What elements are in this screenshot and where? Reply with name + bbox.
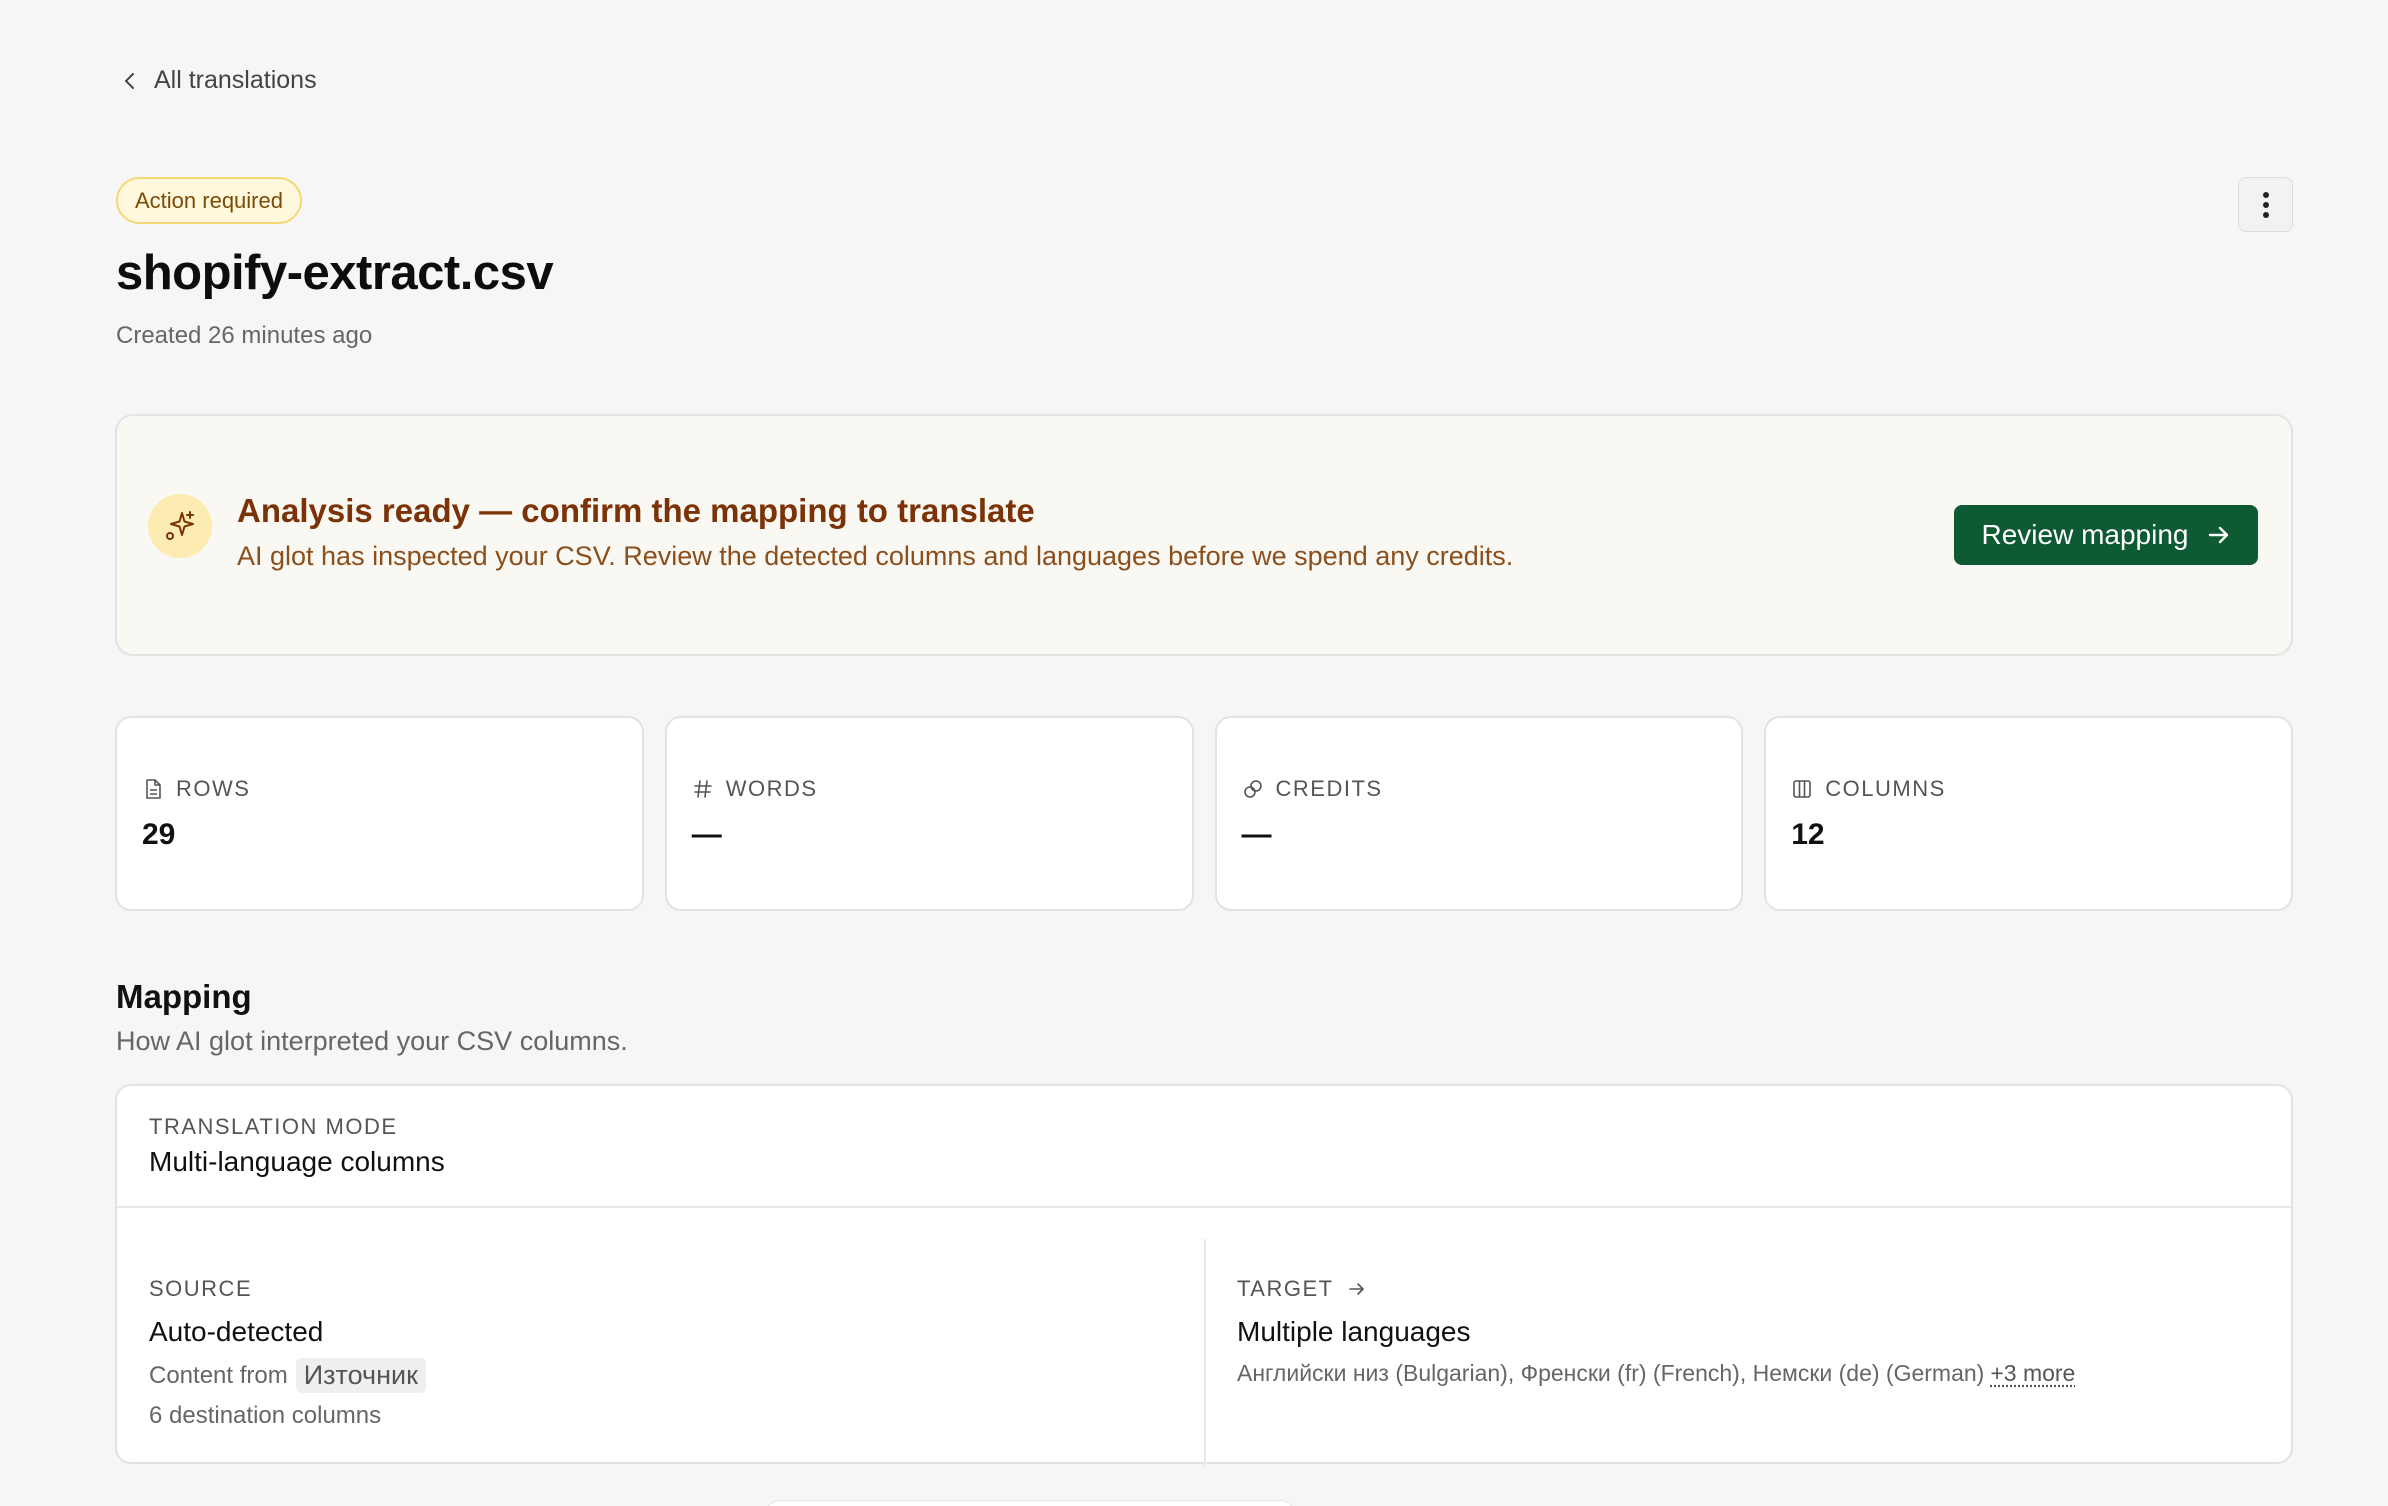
- created-timestamp: Created 26 minutes ago: [116, 322, 373, 349]
- stat-label: COLUMNS: [1825, 776, 1946, 801]
- more-vertical-icon: [2262, 191, 2269, 218]
- source-column-chip: Източник: [295, 1358, 426, 1393]
- destination-count: 6 destination columns: [149, 1402, 382, 1429]
- stat-value: 12: [1791, 818, 1825, 851]
- stat-label: ROWS: [176, 776, 251, 801]
- stat-label: CREDITS: [1275, 776, 1383, 801]
- stat-value: —: [691, 818, 722, 851]
- arrow-right-icon: [2208, 526, 2228, 544]
- section-title: Mapping: [116, 978, 252, 1015]
- source-value: Auto-detected: [149, 1316, 324, 1347]
- mapping-card: TRANSLATION MODE Multi-language columns …: [115, 1084, 2293, 1466]
- hash-icon: [693, 780, 712, 798]
- more-languages-link[interactable]: +3 more: [1990, 1360, 2075, 1386]
- more-options-button[interactable]: [2238, 177, 2293, 232]
- review-mapping-button[interactable]: Review mapping: [1954, 505, 2258, 565]
- section-subtitle: How AI glot interpreted your CSV columns…: [116, 1026, 628, 1056]
- chevron-left-icon: [125, 72, 134, 89]
- stat-value: 29: [142, 818, 176, 851]
- coins-icon: [1243, 780, 1262, 798]
- stat-card-rows: ROWS 29: [115, 716, 644, 911]
- translation-mode-value: Multi-language columns: [149, 1146, 445, 1177]
- review-mapping-label: Review mapping: [1981, 519, 2189, 550]
- banner-text: AI glot has inspected your CSV. Review t…: [237, 541, 1514, 571]
- analysis-banner: Analysis ready — confirm the mapping to …: [115, 414, 2293, 656]
- source-content-prefix: Content from: [149, 1361, 288, 1389]
- stat-label: WORDS: [725, 776, 818, 801]
- status-badge: Action required: [116, 177, 302, 224]
- divider: [117, 1206, 2291, 1208]
- divider: [1204, 1239, 1206, 1466]
- target-label-text: TARGET: [1237, 1276, 1334, 1301]
- stats-row: ROWS 29 WORDS — CREDITS — COLUMNS 12: [115, 716, 2293, 911]
- translation-mode-label: TRANSLATION MODE: [149, 1114, 398, 1139]
- columns-icon: [1793, 780, 1812, 798]
- stat-value: —: [1241, 818, 1272, 851]
- back-link-label: All translations: [154, 66, 317, 94]
- target-value: Multiple languages: [1237, 1316, 1471, 1347]
- arrow-right-icon: [1348, 1283, 1364, 1295]
- file-icon: [146, 779, 161, 799]
- stat-card-words: WORDS —: [664, 716, 1194, 911]
- stat-card-columns: COLUMNS 12: [1764, 716, 2293, 911]
- target-label: TARGET: [1237, 1276, 1366, 1302]
- page-title: shopify-extract.csv: [116, 246, 554, 300]
- source-label: SOURCE: [149, 1276, 253, 1301]
- back-link[interactable]: All translations: [120, 66, 317, 95]
- target-languages-list: Английски низ (Bulgarian), Френски (fr) …: [1237, 1360, 1985, 1386]
- sparkles-icon: [148, 494, 212, 558]
- target-languages: Английски низ (Bulgarian), Френски (fr) …: [1237, 1360, 2075, 1387]
- banner-title: Analysis ready — confirm the mapping to …: [237, 492, 1035, 529]
- source-content: Content from Източник: [149, 1358, 426, 1393]
- stat-card-credits: CREDITS —: [1214, 716, 1744, 911]
- floating-toolbar: [765, 1500, 1295, 1506]
